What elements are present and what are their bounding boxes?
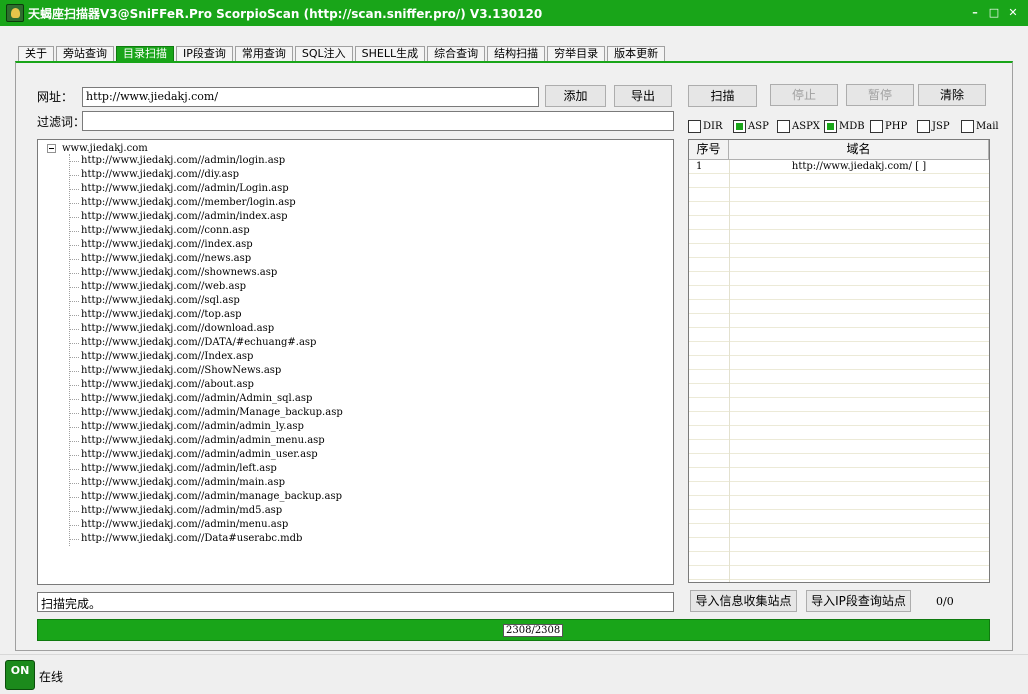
tree-item[interactable]: http://www.jiedakj.com//Data#userabc.mdb [70,532,343,546]
tree-item[interactable]: http://www.jiedakj.com//admin/manage_bac… [70,490,343,504]
close-icon[interactable]: ✕ [1006,6,1020,20]
tree-item[interactable]: http://www.jiedakj.com//conn.asp [70,224,343,238]
checkbox-box[interactable] [917,120,930,133]
import-count: 0/0 [936,595,954,608]
checkbox-box[interactable] [688,120,701,133]
import-ip-sites-button[interactable]: 导入IP段查询站点 [806,590,911,612]
tree-item[interactable]: http://www.jiedakj.com//admin/Manage_bac… [70,406,343,420]
tree-item[interactable]: http://www.jiedakj.com//admin/left.asp [70,462,343,476]
filter-label: 过滤词： [37,115,86,129]
maximize-icon[interactable]: □ [987,6,1001,20]
tree-item[interactable]: http://www.jiedakj.com//admin/login.asp [70,154,343,168]
checkbox-label: ASP [748,121,769,132]
tab-2[interactable]: 目录扫描 [116,46,174,62]
stop-button[interactable]: 停止 [770,84,838,106]
tab-6[interactable]: SHELL生成 [354,46,426,62]
tree-item[interactable]: http://www.jiedakj.com//admin/index.asp [70,210,343,224]
minimize-icon[interactable]: – [968,6,982,20]
tree-item[interactable]: http://www.jiedakj.com//admin/admin_ly.a… [70,420,343,434]
pause-button[interactable]: 暂停 [846,84,914,106]
sites-list[interactable]: 序号 域名 1 http://www.jiedakj.com/ [ ] [688,139,990,583]
tab-strip: 关于 旁站查询 目录扫描 IP段查询 常用查询 SQL注入 SHELL生成 综合查询 结构扫描穷… [18,44,667,62]
import-info-sites-button[interactable]: 导入信息收集站点 [690,590,797,612]
tab-8[interactable]: 结构扫描 [487,46,546,62]
checkbox-label: ASPX [792,121,820,132]
filetype-asp-checkbox[interactable]: ASP [733,120,769,133]
tree-item[interactable]: http://www.jiedakj.com//web.asp [70,280,343,294]
tree-item[interactable]: http://www.jiedakj.com//ShowNews.asp [70,364,343,378]
filetype-aspx-checkbox[interactable]: ASPX [777,120,820,133]
tab-4[interactable]: 常用查询 [234,46,293,62]
tab-9[interactable]: 穷举目录 [547,46,606,62]
tree-item[interactable]: http://www.jiedakj.com//Index.asp [70,350,343,364]
checkbox-label: Mail [976,121,999,132]
filetype-php-checkbox[interactable]: PHP [870,120,907,133]
online-status-label: 在线 [39,670,64,684]
tree-item[interactable]: http://www.jiedakj.com//diy.asp [70,168,343,182]
checkbox-box[interactable] [870,120,883,133]
tab-10[interactable]: 版本更新 [607,46,666,62]
url-input[interactable]: http://www.jiedakj.com/ [82,87,539,107]
tree-item[interactable]: http://www.jiedakj.com//about.asp [70,378,343,392]
tab-3[interactable]: IP段查询 [176,46,233,62]
tree-item[interactable]: http://www.jiedakj.com//admin/main.asp [70,476,343,490]
sites-list-header: 序号 域名 [689,140,989,160]
tree-item[interactable]: http://www.jiedakj.com//admin/menu.asp [70,518,343,532]
tree-item[interactable]: http://www.jiedakj.com//shownews.asp [70,266,343,280]
result-tree[interactable]: www.jiedakj.com http://www.jiedakj.com//… [37,139,674,585]
scan-button[interactable]: 扫描 [688,85,757,107]
tree-item[interactable]: http://www.jiedakj.com//sql.asp [70,294,343,308]
tree-items: http://www.jiedakj.com//admin/login.asp h… [70,154,343,546]
filetype-mdb-checkbox[interactable]: MDB [824,120,865,133]
tree-item[interactable]: http://www.jiedakj.com//admin/md5.asp [70,504,343,518]
bottom-status-strip [0,654,1028,694]
checkbox-box[interactable] [961,120,974,133]
tab-1[interactable]: 旁站查询 [56,46,114,62]
clear-button[interactable]: 清除 [918,84,986,106]
checkbox-label: PHP [885,121,908,132]
column-header-index[interactable]: 序号 [689,140,729,160]
filter-input[interactable] [82,111,674,131]
tab-7[interactable]: 综合查询 [427,46,486,62]
checkbox-label: DIR [703,121,723,132]
sites-list-body [689,160,989,582]
row-index: 1 [696,161,703,172]
column-separator [729,160,730,582]
filetype-jsp-checkbox[interactable]: JSP [917,120,950,133]
url-label: 网址： [37,90,74,104]
title-bar: 天蝎座扫描器V3@SniFFeR.Pro ScorpioScan (http:/… [0,0,1028,26]
tree-item[interactable]: http://www.jiedakj.com//admin/Admin_sql.… [70,392,343,406]
progress-bar: 2308/2308 [37,619,990,641]
checkbox-box[interactable] [777,120,790,133]
checkbox-box[interactable] [733,120,746,133]
checkbox-label: JSP [932,121,950,132]
filetype-dir-checkbox[interactable]: DIR [688,120,723,133]
online-status-icon: ON [5,660,35,690]
tree-item[interactable]: http://www.jiedakj.com//DATA/#echuang#.a… [70,336,343,350]
tab-5[interactable]: SQL注入 [294,46,353,62]
status-message: 扫描完成。 [37,592,674,612]
table-row[interactable]: 1 http://www.jiedakj.com/ [ ] [689,160,989,174]
collapse-icon[interactable] [47,144,56,153]
tree-item[interactable]: http://www.jiedakj.com//admin/admin_user… [70,448,343,462]
row-domain: http://www.jiedakj.com/ [ ] [791,161,927,172]
tab-0[interactable]: 关于 [18,46,54,62]
tree-item[interactable]: http://www.jiedakj.com//admin/Login.asp [70,182,343,196]
add-button[interactable]: 添加 [545,85,606,107]
scorpion-app-icon [6,4,24,22]
progress-text: 2308/2308 [503,624,564,637]
tree-item[interactable]: http://www.jiedakj.com//top.asp [70,308,343,322]
tree-item[interactable]: http://www.jiedakj.com//member/login.asp [70,196,343,210]
filetype-mail-checkbox[interactable]: Mail [961,120,999,133]
tree-item[interactable]: http://www.jiedakj.com//news.asp [70,252,343,266]
column-header-domain[interactable]: 域名 [729,140,989,160]
tree-item[interactable]: http://www.jiedakj.com//index.asp [70,238,343,252]
export-button[interactable]: 导出 [614,85,672,107]
checkbox-label: MDB [839,121,865,132]
window-title: 天蝎座扫描器V3@SniFFeR.Pro ScorpioScan (http:/… [28,7,543,21]
checkbox-box[interactable] [824,120,837,133]
tree-item[interactable]: http://www.jiedakj.com//admin/admin_menu… [70,434,343,448]
tree-item[interactable]: http://www.jiedakj.com//download.asp [70,322,343,336]
